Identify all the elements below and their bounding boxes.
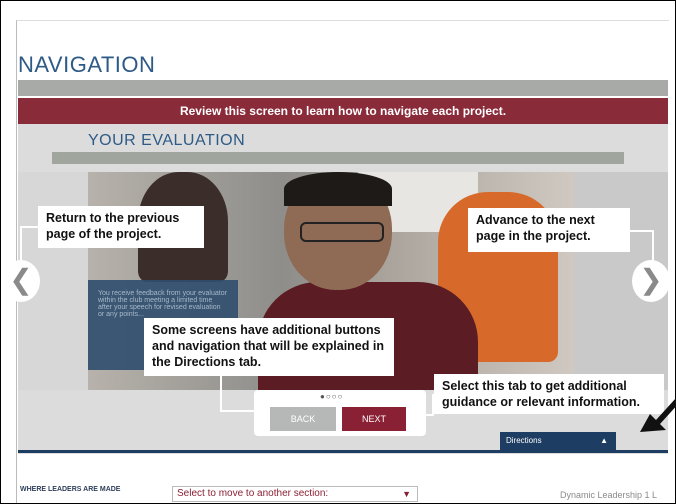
course-title: Dynamic Leadership 1 L (560, 490, 658, 500)
callout-line-next-vertical (652, 230, 654, 264)
footer-logo: WHERE LEADERS ARE MADE (20, 486, 121, 493)
header-divider (18, 80, 668, 96)
photo-glasses (300, 222, 384, 242)
chevron-down-icon: ▼ (402, 489, 411, 499)
photo-man-hair (284, 172, 392, 206)
caret-up-icon: ▲ (600, 436, 608, 445)
previous-page-button[interactable]: ❮ (2, 260, 40, 302)
section-divider (52, 152, 624, 164)
footer-divider (18, 450, 668, 453)
section-select-label: Select to move to another section: (177, 488, 329, 499)
page-indicator-dots: ●○○○ (320, 392, 344, 401)
callout-back: Return to the previous page of the proje… (38, 206, 204, 248)
chevron-right-icon: ❯ (639, 264, 663, 295)
next-page-button[interactable]: ❯ (632, 260, 670, 302)
callout-line-dirs-vertical (220, 376, 222, 412)
directions-tab-label: Directions (506, 436, 542, 445)
back-button[interactable]: BACK (270, 407, 336, 431)
callout-line-dirs (220, 410, 256, 412)
callout-line-back (20, 226, 40, 228)
callout-directions: Some screens have additional buttons and… (144, 318, 394, 376)
chevron-left-icon: ❮ (9, 264, 33, 295)
section-select[interactable]: Select to move to another section: ▼ (172, 486, 418, 502)
pointer-arrow-icon (640, 398, 676, 432)
instruction-banner: Review this screen to learn how to navig… (18, 98, 668, 124)
callout-line-back-vertical (20, 226, 22, 264)
callout-next: Advance to the next page in the project. (468, 208, 630, 252)
section-title: YOUR EVALUATION (88, 132, 246, 149)
next-button[interactable]: NEXT (342, 407, 406, 431)
callout-line-next (630, 230, 654, 232)
page-title: NAVIGATION (18, 52, 156, 77)
callout-tab: Select this tab to get additional guidan… (434, 374, 664, 414)
directions-tab[interactable]: Directions ▲ (500, 432, 616, 450)
